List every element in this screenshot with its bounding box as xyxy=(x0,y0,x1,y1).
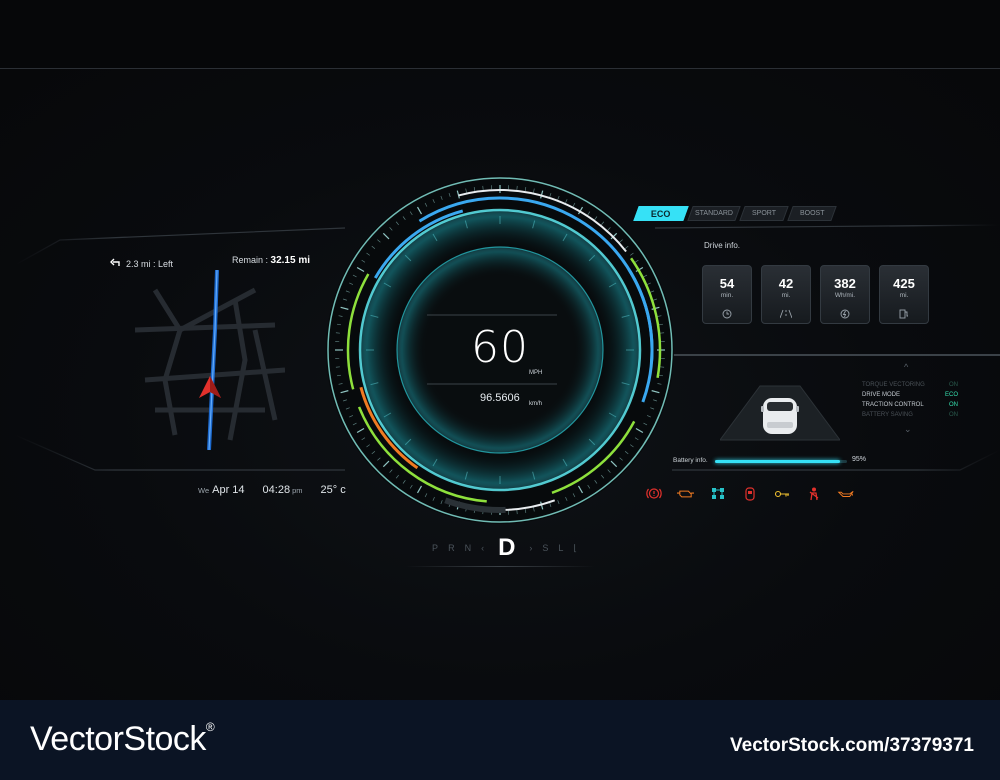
chevron-up-icon[interactable]: ^ xyxy=(904,362,908,372)
gear-r[interactable]: R xyxy=(448,543,456,553)
turn-instruction: 2.3 mi : Left xyxy=(110,258,173,269)
day-label: We xyxy=(198,486,210,495)
date-display: We Apr 14 xyxy=(198,484,245,496)
seatbelt-icon xyxy=(805,487,822,500)
mode-tab-eco[interactable]: ECO xyxy=(633,206,689,221)
time-value: 04:28 xyxy=(262,484,291,496)
car-icon xyxy=(761,398,799,434)
drive-info-cards: 54 min. 42 mi. 382 Wh/mi. 425 mi. xyxy=(702,265,929,324)
gear-s[interactable]: S xyxy=(542,543,549,553)
turn-left-arrow-icon xyxy=(110,258,121,269)
warning-lights xyxy=(645,486,854,501)
status-row: DRIVE MODE ECO xyxy=(862,392,958,398)
gear-n[interactable]: N xyxy=(465,543,473,553)
battery-label: Battery info. xyxy=(673,457,708,464)
energy-icon xyxy=(840,309,850,319)
drive-mode-tabs: ECO STANDARD SPORT BOOST xyxy=(633,206,837,221)
card-value: 425 xyxy=(893,276,915,291)
speed-kmh-value: 96.5606 xyxy=(480,392,520,404)
card-unit: min. xyxy=(720,292,734,299)
gear-underline xyxy=(405,566,595,567)
speed-value: 60 xyxy=(471,322,529,373)
navigation-map[interactable] xyxy=(135,270,285,450)
top-divider xyxy=(0,68,1000,69)
key-icon xyxy=(773,487,790,500)
speed-unit: MPH xyxy=(529,370,543,376)
drive-info-card-distance[interactable]: 42 mi. xyxy=(761,265,811,324)
status-row: TORQUE VECTORING ON xyxy=(862,382,958,388)
mode-tab-boost[interactable]: BOOST xyxy=(787,206,837,221)
door-open-icon xyxy=(741,486,758,501)
drive-info-card-range[interactable]: 425 mi. xyxy=(879,265,929,324)
battery-bar-fill xyxy=(715,460,841,463)
battery-bar xyxy=(715,460,847,463)
turn-text: 2.3 mi : Left xyxy=(126,258,174,269)
remain-label: Remain : xyxy=(232,255,269,265)
engine-check-icon xyxy=(677,487,694,500)
registered-mark: ® xyxy=(205,720,215,734)
time-display: 04:28 pm xyxy=(263,484,303,496)
clock-icon xyxy=(722,309,732,319)
watermark-brand: VectorStock® xyxy=(30,720,215,759)
battery-percent: 95% xyxy=(852,456,867,463)
card-unit: Wh/mi. xyxy=(834,292,856,299)
remaining-distance: Remain : 32.15 mi xyxy=(232,255,310,266)
date-value: Apr 14 xyxy=(212,484,245,496)
brand-text: VectorStock xyxy=(30,720,206,758)
gear-low-icon: ⌊ xyxy=(573,542,578,553)
kmh-unit: km/h xyxy=(529,401,543,407)
oil-pressure-icon xyxy=(837,487,854,500)
time-suffix: pm xyxy=(292,486,303,495)
drive-info-card-time[interactable]: 54 min. xyxy=(702,265,752,324)
status-row: BATTERY SAVING ON xyxy=(862,412,958,418)
watermark-id: VectorStock.com/37379371 xyxy=(730,735,974,756)
charger-icon xyxy=(899,309,908,319)
road-icon xyxy=(780,309,792,319)
card-value: 54 xyxy=(719,276,735,291)
chevron-right-icon: › xyxy=(529,543,534,553)
card-value: 42 xyxy=(778,276,794,291)
brake-warning-icon xyxy=(645,487,662,500)
card-unit: mi. xyxy=(899,292,909,299)
card-unit: mi. xyxy=(781,292,791,299)
vehicle-view xyxy=(720,385,840,441)
remain-value: 32.15 mi xyxy=(270,255,311,266)
gear-l[interactable]: L xyxy=(558,543,564,553)
chevron-left-icon: ‹ xyxy=(481,543,486,553)
status-row: TRACTION CONTROL ON xyxy=(862,402,958,408)
card-value: 382 xyxy=(834,276,856,291)
tire-pressure-icon xyxy=(709,487,726,500)
mode-tab-sport[interactable]: SPORT xyxy=(739,206,789,221)
chevron-down-icon[interactable]: ⌄ xyxy=(904,424,912,435)
vehicle-status-list: TORQUE VECTORING ON DRIVE MODE ECO TRACTIO… xyxy=(862,380,958,420)
gear-active[interactable]: D xyxy=(498,534,516,562)
gear-p[interactable]: P xyxy=(432,543,439,553)
mode-tab-standard[interactable]: STANDARD xyxy=(687,206,741,221)
drive-info-card-efficiency[interactable]: 382 Wh/mi. xyxy=(820,265,870,324)
drive-info-title: Drive info. xyxy=(704,241,741,250)
gear-selector[interactable]: P R N ‹ D › S L ⌊ xyxy=(420,533,590,563)
